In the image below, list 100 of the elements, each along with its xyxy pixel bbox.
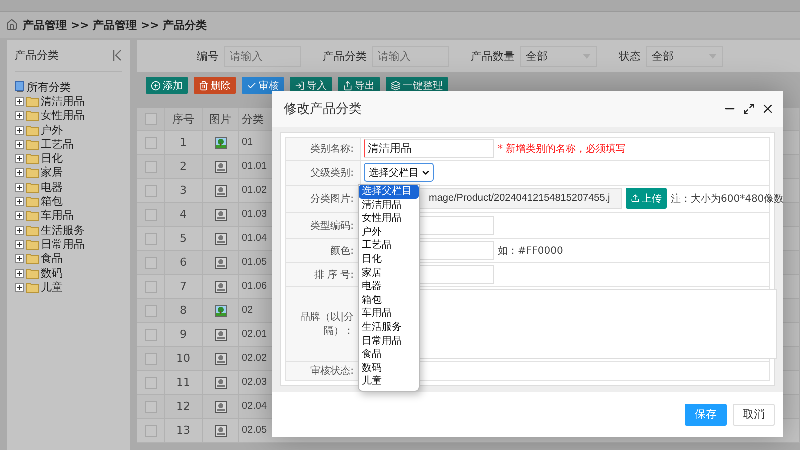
tree-item[interactable]: 家居 [41,165,63,180]
tree-item[interactable]: 数码 [41,266,63,281]
tree-item[interactable]: 电器 [41,180,63,195]
expand-icon[interactable] [15,168,24,178]
table-cell: 8 [180,304,187,317]
checkbox[interactable] [144,304,156,316]
expand-icon[interactable] [15,268,24,278]
table-cell: 01.05 [242,257,268,268]
field-label: 品牌（以|分隔）： [300,310,354,338]
dropdown-option[interactable]: 日常用品 [359,334,419,348]
checkbox[interactable] [144,208,156,220]
close-icon[interactable] [761,102,775,116]
field-label: 父级类别: [310,166,354,180]
toolbar-button[interactable]: 审核 [242,77,284,94]
checkbox[interactable] [144,280,156,292]
tree-item[interactable]: 车用品 [41,208,74,224]
toolbar-button[interactable]: 删除 [194,77,236,94]
expand-icon[interactable] [15,282,24,292]
expand-icon[interactable] [15,126,24,135]
caret-icon [583,54,591,58]
checkbox[interactable] [144,256,156,268]
table-cell: 02.02 [242,353,268,364]
table-cell: 01.01 [242,161,268,172]
checkbox[interactable] [144,136,156,148]
folder-icon [26,153,39,164]
checkbox[interactable] [144,376,156,388]
checkbox[interactable] [144,328,156,340]
expand-icon[interactable] [15,154,24,164]
table-cell: 6 [180,256,187,269]
folder-icon [26,124,39,136]
tree-item[interactable]: 清洁用品 [41,94,85,109]
dropdown-option[interactable]: 日化 [359,252,419,267]
folder-icon [26,282,39,293]
dropdown-option[interactable]: 车用品 [359,307,419,321]
dropdown-option[interactable]: 儿童 [359,375,419,389]
table-cell: 01.04 [242,233,268,244]
dropdown-option[interactable]: 女性用品 [359,212,419,226]
checkbox[interactable] [144,352,156,364]
collapse-icon[interactable] [113,50,122,61]
field-label: 类别名称: [310,142,354,156]
upload-button[interactable]: 上传 [626,188,667,210]
tree-root[interactable]: 所有分类 [27,80,71,95]
expand-icon[interactable] [15,140,24,149]
expand-icon[interactable] [15,240,24,249]
dropdown-option[interactable]: 家居 [359,266,419,280]
dropdown-option[interactable]: 电器 [359,280,419,294]
text-field[interactable]: 清洁用品 [364,139,494,158]
tree-image-icon [214,136,226,148]
home-icon[interactable] [6,19,18,31]
tree-item[interactable]: 日化 [41,151,63,166]
checkbox[interactable] [144,400,156,412]
checkbox[interactable] [144,232,156,244]
checkbox[interactable] [144,424,156,436]
dropdown-option[interactable]: 食品 [359,348,419,362]
image-placeholder-icon [214,328,226,340]
tree-item[interactable]: 户外 [41,122,63,138]
tree-item[interactable]: 女性用品 [41,108,85,124]
table-cell: 5 [180,232,187,245]
filter-select[interactable]: 全部 [646,46,723,66]
toolbar-button[interactable]: 添加 [146,77,188,94]
dropdown-option[interactable]: 工艺品 [359,239,419,253]
cancel-button[interactable]: 取消 [733,404,775,426]
image-placeholder-icon [214,424,226,436]
tree-item[interactable]: 食品 [41,251,63,266]
dropdown-option[interactable]: 数码 [359,362,419,376]
expand-icon[interactable] [15,96,24,106]
parent-select[interactable]: 选择父栏目 [364,163,434,182]
tree-item[interactable]: 儿童 [41,280,63,295]
column-header: 分类 [242,112,264,126]
upload-icon [631,194,640,204]
checkbox[interactable] [144,160,156,172]
filter-label: 编号 [197,48,219,64]
filter-select[interactable]: 全部 [520,46,597,66]
expand-icon[interactable] [15,226,24,235]
filter-label: 产品数量 [471,48,515,64]
image-placeholder-icon [214,184,226,196]
expand-icon[interactable] [15,211,24,220]
tree-item[interactable]: 箱包 [41,194,63,210]
expand-icon[interactable] [15,197,24,206]
table-cell: 1 [180,136,187,149]
image-placeholder-icon [214,160,226,172]
dropdown-option[interactable]: 户外 [359,226,419,240]
maximize-icon[interactable] [743,103,755,115]
dropdown-option[interactable]: 生活服务 [359,320,419,335]
expand-icon[interactable] [15,182,24,192]
tree-item[interactable]: 生活服务 [41,222,85,238]
check-icon [247,80,257,90]
field-label: 类型编码: [310,220,354,233]
folder-icon [26,167,39,178]
checkbox[interactable] [144,113,156,125]
tree-item[interactable]: 工艺品 [41,136,74,152]
folder-icon [26,196,39,208]
expand-icon[interactable] [15,254,24,264]
dropdown-option[interactable]: 选择父栏目 [359,185,419,199]
dropdown-option[interactable]: 箱包 [359,294,419,308]
tree-item[interactable]: 日常用品 [41,236,85,252]
folder-icon [26,238,39,250]
expand-icon[interactable] [15,111,24,120]
checkbox[interactable] [144,184,156,196]
table-cell: 02.01 [242,329,268,340]
